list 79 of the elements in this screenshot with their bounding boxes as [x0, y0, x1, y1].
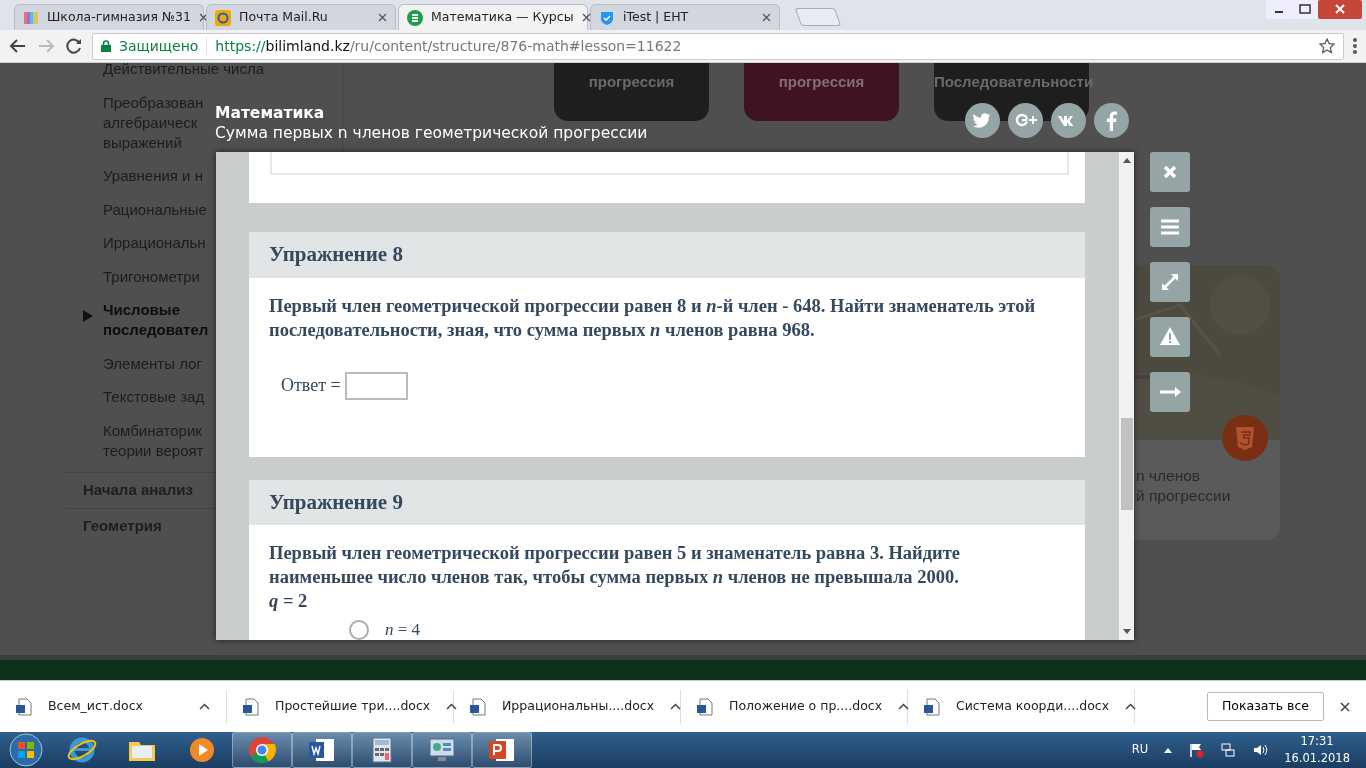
facebook-icon[interactable]	[1094, 103, 1129, 138]
caret-icon[interactable]	[199, 703, 210, 710]
taskbar-button[interactable]	[412, 732, 472, 768]
sidebar-item[interactable]: Числовые последовател	[103, 300, 209, 340]
triangle-right-icon	[83, 310, 93, 322]
caret-icon[interactable]	[670, 703, 682, 710]
clock-time[interactable]: 17:31	[1284, 732, 1350, 750]
close-icon[interactable]	[378, 13, 387, 22]
flag-icon[interactable]	[1188, 742, 1205, 758]
taskbar-button[interactable]	[352, 732, 412, 768]
download-item[interactable]: Иррациональны....docx	[454, 689, 681, 724]
caret-icon[interactable]	[1125, 703, 1137, 710]
scroll-up-icon[interactable]	[1123, 158, 1131, 163]
download-item[interactable]: Система коорди....docx	[908, 689, 1135, 724]
radio-button[interactable]	[349, 619, 369, 640]
reload-icon[interactable]	[64, 36, 84, 56]
chrome-icon	[246, 734, 278, 766]
html5-badge-icon	[1222, 415, 1268, 461]
list-circle-icon	[407, 9, 423, 26]
show-hidden-icon[interactable]	[1164, 747, 1173, 753]
taskbar-button[interactable]	[292, 732, 352, 768]
subject-title: Математика	[215, 103, 326, 123]
browser-tab[interactable]: Почта Mail.Ru	[206, 4, 396, 30]
twitter-icon[interactable]	[965, 103, 1000, 138]
close-icon[interactable]	[581, 13, 591, 22]
question-text: Первый член геометрической прогрессии равен 5 и знаменатель равна 3. Найдите наименьшее число членов так, чтобы сумма первых n членов не превышала 2000.	[269, 542, 961, 589]
menu-icon[interactable]	[1352, 37, 1358, 55]
word-document-icon	[697, 697, 713, 716]
topic-card[interactable]: прогрессия	[744, 63, 899, 121]
word-document-icon	[924, 697, 940, 716]
warning-icon[interactable]	[1150, 317, 1190, 357]
shield-icon	[599, 9, 615, 26]
word-document-icon	[243, 697, 259, 716]
network-icon[interactable]	[1220, 742, 1237, 758]
download-item[interactable]: Положение о пр....docx	[681, 689, 908, 724]
formula-text: q = 2	[269, 590, 308, 613]
download-item[interactable]: Всем_ист.docx	[0, 689, 227, 724]
mail-icon	[215, 9, 231, 26]
vk-icon[interactable]	[1051, 103, 1086, 138]
url-text: https://bilimland.kz/ru/content/structure/876-math#lesson=11622	[215, 36, 682, 56]
volume-icon[interactable]	[1252, 742, 1269, 758]
security-label: Защищено	[119, 36, 199, 56]
arrow-right-icon[interactable]	[1150, 372, 1190, 412]
clock-date[interactable]: 16.01.2018	[1284, 750, 1350, 768]
topic-card[interactable]: прогрессия	[554, 63, 709, 121]
browser-tab[interactable]: iTest | ЕНТ	[590, 4, 780, 30]
maximize-icon[interactable]	[1292, 0, 1318, 19]
bookmark-star-icon[interactable]	[1319, 38, 1335, 54]
scroll-down-icon[interactable]	[1123, 629, 1131, 634]
download-item[interactable]: Простейшие три....docx	[227, 689, 454, 724]
caret-icon[interactable]	[446, 703, 458, 710]
scrollbar-thumb[interactable]	[1121, 418, 1133, 510]
taskbar-button[interactable]	[232, 732, 292, 768]
word-document-icon	[470, 697, 486, 716]
colored-bars-icon	[23, 9, 39, 26]
language-indicator[interactable]: RU	[1131, 741, 1149, 759]
caret-icon[interactable]	[898, 703, 910, 710]
close-icon[interactable]	[198, 13, 208, 22]
scrollbar[interactable]	[1118, 152, 1134, 640]
close-icon[interactable]	[1340, 701, 1350, 712]
address-bar[interactable]: Защищено https://bilimland.kz/ru/content/structure/876-math#lesson=11622	[92, 32, 1344, 60]
minimize-icon[interactable]	[1266, 0, 1292, 19]
word-document-icon	[16, 697, 32, 716]
browser-tab[interactable]: Математика — Курсы	[398, 4, 588, 30]
show-all-button[interactable]: Показать все	[1206, 692, 1324, 721]
taskbar-button[interactable]	[472, 732, 532, 768]
lesson-title: Сумма первых n членов геометрической прогрессии	[215, 123, 648, 143]
question-text: Первый член геометрической прогрессии равен 8 и n-й член - 648. Найти знаменатель этой последовательности, зная, что сумма первых n членов равна 968.	[269, 294, 1037, 342]
option-label: n = 4	[385, 619, 421, 640]
exercise-heading: Упражнение 9	[249, 479, 1085, 525]
answer-label: Ответ =	[281, 374, 341, 397]
exercise-heading: Упражнение 8	[249, 232, 1085, 278]
browser-tab[interactable]: Школа-гимназия №31	[14, 4, 204, 30]
lock-icon	[101, 40, 111, 52]
close-icon[interactable]	[762, 13, 771, 22]
expand-icon[interactable]	[1150, 262, 1190, 302]
answer-field[interactable]	[344, 371, 408, 400]
close-icon[interactable]	[1318, 0, 1362, 19]
google-plus-icon[interactable]	[1008, 103, 1043, 138]
